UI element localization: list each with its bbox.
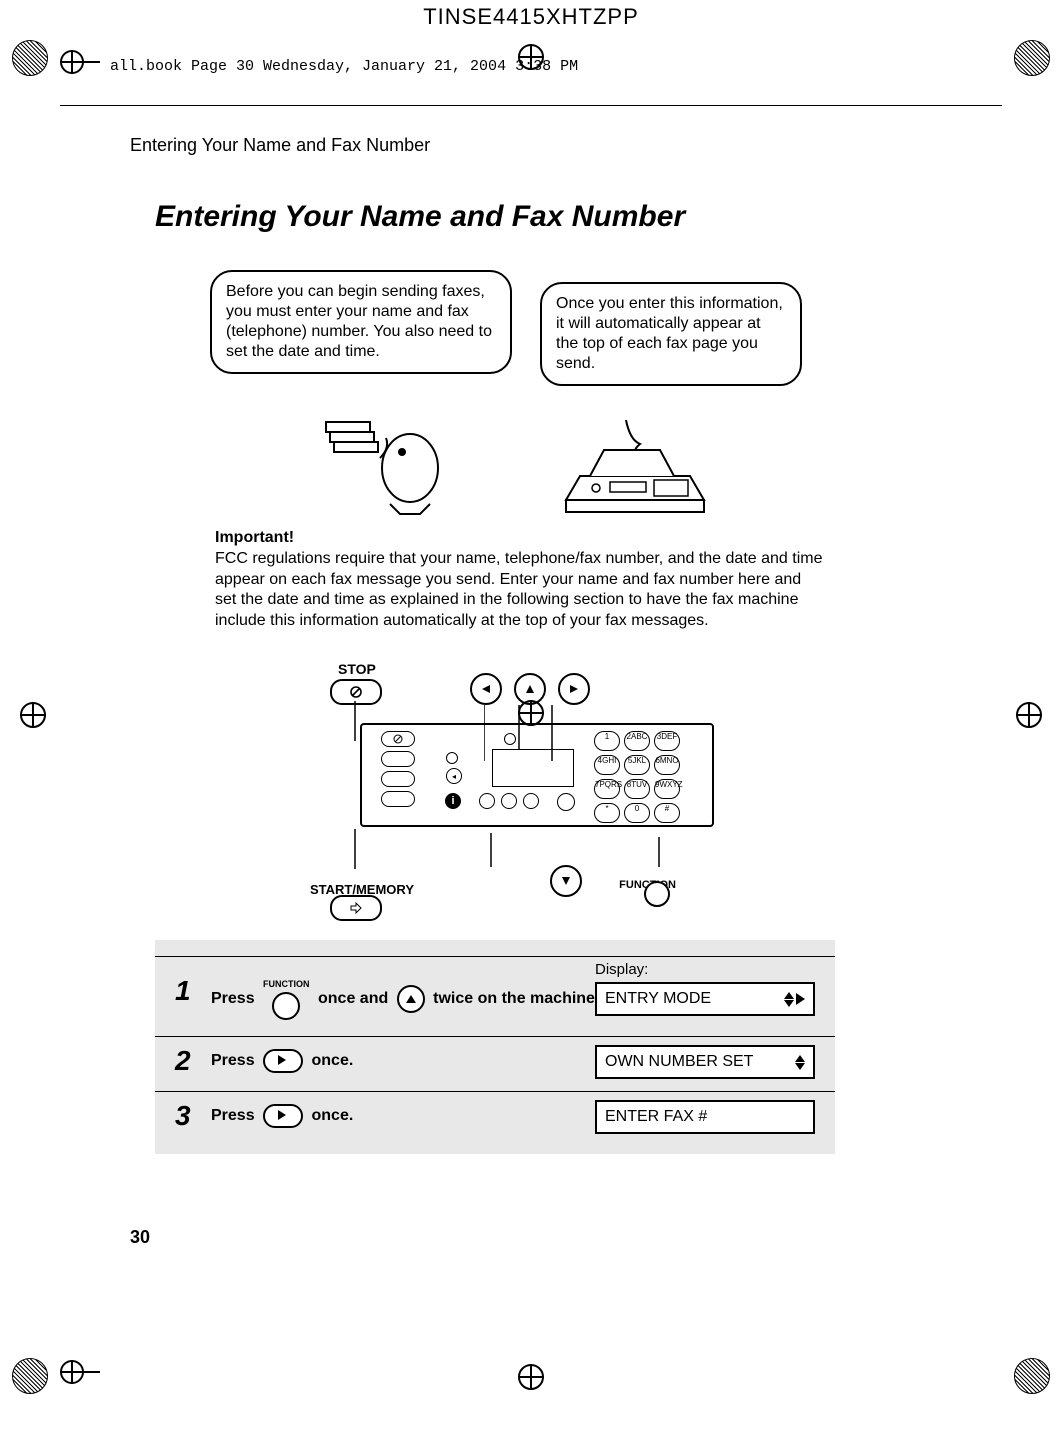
cartoon-character-icon	[320, 408, 460, 518]
right-arrow-oval-key-icon	[263, 1104, 303, 1128]
divider	[155, 956, 835, 957]
panel-nav-icon	[523, 793, 539, 809]
registration-mark-bl	[12, 1358, 48, 1394]
page-number: 30	[130, 1227, 150, 1248]
panel-key-icon	[381, 751, 415, 767]
step-text-fragment: twice on the machine.	[433, 990, 599, 1007]
crosshair-icon-top-center	[516, 42, 546, 72]
step-text-fragment: once.	[312, 1107, 354, 1124]
right-arrow-icon	[796, 993, 805, 1005]
registration-mark-tr	[1014, 40, 1050, 76]
registration-mark-br	[1014, 1358, 1050, 1394]
step-row-1: 1 Press FUNCTION once and twice on the m…	[155, 967, 835, 1037]
crosshair-icon-center	[516, 698, 546, 728]
step-text-fragment: Press	[211, 1107, 259, 1124]
keypad-key: #	[654, 803, 680, 823]
display-box: OWN NUMBER SET	[595, 1045, 815, 1079]
header-rule	[60, 105, 1002, 106]
page-title: Entering Your Name and Fax Number	[155, 200, 685, 234]
keypad: 1 2ABC 3DEF 4GHI 5JKL 6MNO 7PQRS 8TUV 9W…	[586, 725, 712, 825]
keypad-key: 6MNO	[654, 755, 680, 775]
keypad-key: 5JKL	[624, 755, 650, 775]
step-row-2: 2 Press once. OWN NUMBER SET	[155, 1037, 835, 1092]
control-panel-diagram: STOP	[340, 661, 730, 901]
keypad-key: 3DEF	[654, 731, 680, 751]
stop-label: STOP	[338, 661, 376, 677]
crosshair-icon-left	[18, 700, 48, 730]
info-icon: i	[445, 793, 461, 809]
steps-box: 1 Press FUNCTION once and twice on the m…	[155, 940, 835, 1154]
fax-machine-icon	[540, 420, 720, 520]
running-head: Entering Your Name and Fax Number	[130, 135, 430, 156]
panel-key-icon	[381, 791, 415, 807]
important-body: FCC regulations require that your name, …	[215, 549, 825, 632]
speech-bubble-2: Once you enter this information, it will…	[540, 282, 802, 386]
connector-line	[658, 837, 660, 867]
stop-key-icon	[330, 679, 382, 705]
keypad-key: 8TUV	[624, 779, 650, 799]
crosshair-icon-right	[1014, 700, 1044, 730]
start-memory-key-icon	[330, 895, 382, 921]
display-box: ENTER FAX #	[595, 1100, 815, 1134]
print-note: all.book Page 30 Wednesday, January 21, …	[110, 58, 578, 75]
panel-key-icon	[381, 771, 415, 787]
panel-nav-icon	[501, 793, 517, 809]
display-text: ENTER FAX #	[605, 1108, 707, 1126]
right-arrow-key-icon	[558, 673, 590, 705]
panel-nav-icon: ◂	[446, 768, 462, 784]
keypad-key: 7PQRS	[594, 779, 620, 799]
keypad-key: 0	[624, 803, 650, 823]
connector-line	[490, 833, 492, 867]
right-arrow-oval-key-icon	[263, 1049, 303, 1073]
panel-led-icon	[446, 752, 458, 764]
panel-display-icon	[492, 749, 574, 787]
connector-line	[354, 829, 434, 869]
display-box: ENTRY MODE	[595, 982, 815, 1016]
speech-bubble-1: Before you can begin sending faxes, you …	[210, 270, 512, 374]
panel-key-icon	[381, 731, 415, 747]
display-caption: Display:	[595, 961, 815, 978]
updown-arrows-icon	[784, 992, 794, 1007]
panel-nav-icon	[479, 793, 495, 809]
function-key-icon	[644, 881, 670, 907]
step-number: 2	[175, 1047, 199, 1075]
connector-line	[354, 701, 356, 741]
step-row-3: 3 Press once. ENTER FAX #	[155, 1092, 835, 1134]
important-block: Important! FCC regulations require that …	[215, 528, 825, 632]
keypad-key: 1	[594, 731, 620, 751]
function-key-inline-icon: FUNCTION	[263, 977, 310, 1020]
keypad-key: *	[594, 803, 620, 823]
panel-led-icon	[504, 733, 516, 745]
step-number: 3	[175, 1102, 199, 1130]
step-number: 1	[175, 977, 199, 1005]
updown-arrows-icon	[795, 1055, 805, 1070]
panel-nav-icon	[557, 793, 575, 811]
display-text: OWN NUMBER SET	[605, 1053, 753, 1071]
top-code: TINSE4415XHTZPP	[0, 4, 1062, 30]
ring-binder-icon-bottom	[60, 1356, 100, 1388]
down-arrow-key-icon	[550, 865, 582, 897]
step-text-fragment: once.	[312, 1052, 354, 1069]
up-arrow-key-inline-icon	[397, 985, 425, 1013]
panel-box: ◂ i 1 2ABC 3DEF 4GHI	[360, 723, 714, 827]
keypad-key: 9WXYZ	[654, 779, 680, 799]
crosshair-icon-bottom-center	[516, 1362, 546, 1392]
keypad-key: 2ABC	[624, 731, 650, 751]
important-title: Important!	[215, 528, 825, 549]
ring-binder-icon-top	[60, 46, 100, 78]
left-arrow-key-icon	[470, 673, 502, 705]
step-text-fragment: once and	[318, 990, 393, 1007]
step-text-fragment: Press	[211, 1052, 259, 1069]
registration-mark-tl	[12, 40, 48, 76]
step-text-fragment: Press	[211, 990, 259, 1007]
keypad-key: 4GHI	[594, 755, 620, 775]
display-text: ENTRY MODE	[605, 990, 711, 1008]
